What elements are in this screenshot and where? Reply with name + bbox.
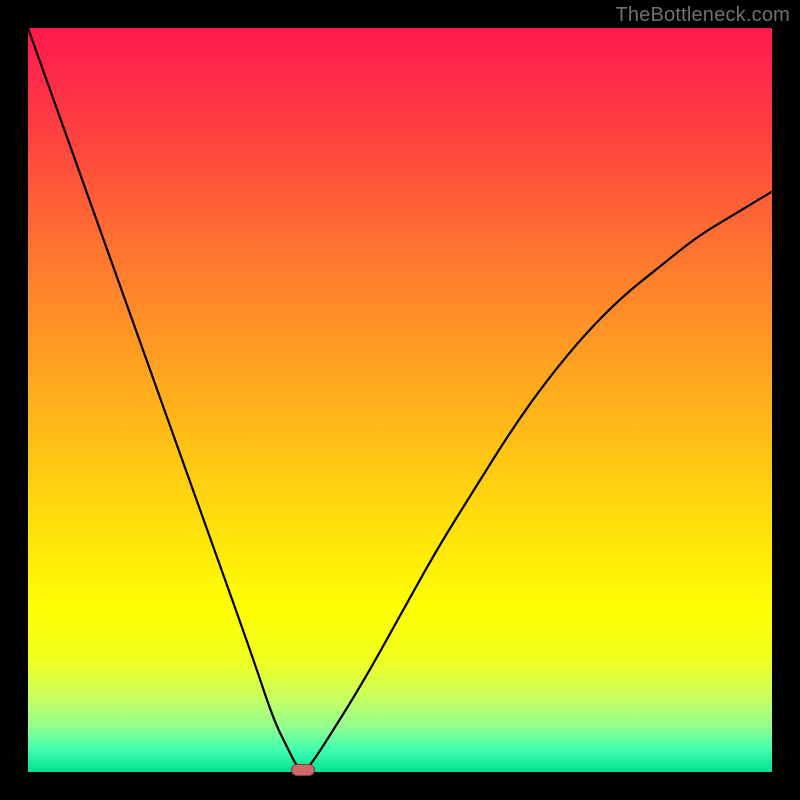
curve-layer [28, 28, 772, 772]
optimal-marker [291, 764, 315, 776]
watermark-text: TheBottleneck.com [615, 4, 790, 27]
chart-frame: TheBottleneck.com [0, 0, 800, 800]
bottleneck-curve [28, 28, 772, 770]
